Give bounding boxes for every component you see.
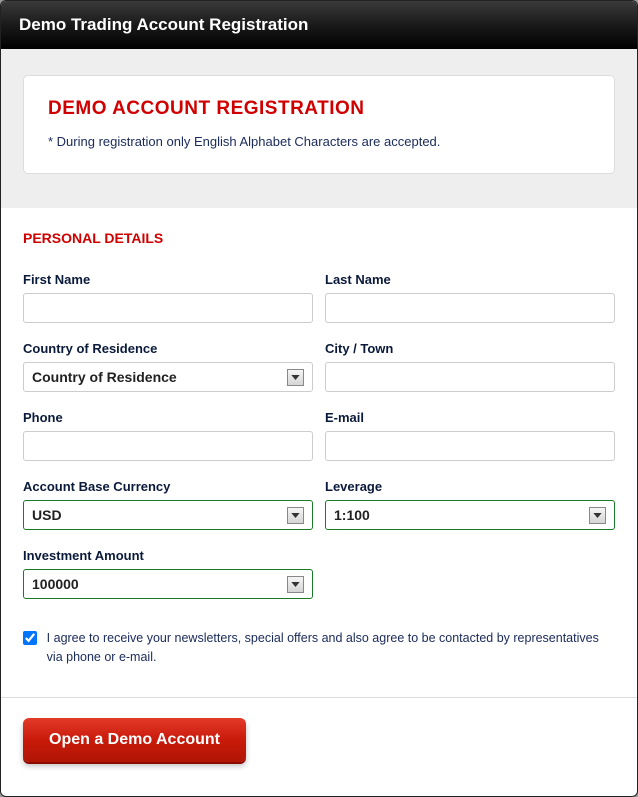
info-section: DEMO ACCOUNT REGISTRATION * During regis… <box>1 49 637 208</box>
form-section: PERSONAL DETAILS First Name Last Name Co… <box>1 208 637 697</box>
consent-row: I agree to receive your newsletters, spe… <box>23 629 615 667</box>
consent-text: I agree to receive your newsletters, spe… <box>47 629 615 667</box>
registration-modal: Demo Trading Account Registration DEMO A… <box>0 0 638 797</box>
info-heading: DEMO ACCOUNT REGISTRATION <box>48 98 590 120</box>
email-input[interactable] <box>325 431 615 461</box>
button-row: Open a Demo Account <box>1 698 637 782</box>
currency-selected: USD <box>32 507 62 523</box>
currency-select[interactable]: USD <box>23 500 313 530</box>
city-label: City / Town <box>325 341 615 356</box>
info-note: * During registration only English Alpha… <box>48 134 590 149</box>
phone-input[interactable] <box>23 431 313 461</box>
first-name-label: First Name <box>23 272 313 287</box>
first-name-input[interactable] <box>23 293 313 323</box>
email-label: E-mail <box>325 410 615 425</box>
investment-select[interactable]: 100000 <box>23 569 313 599</box>
last-name-label: Last Name <box>325 272 615 287</box>
city-input[interactable] <box>325 362 615 392</box>
leverage-select[interactable]: 1:100 <box>325 500 615 530</box>
leverage-label: Leverage <box>325 479 615 494</box>
modal-title: Demo Trading Account Registration <box>1 1 637 49</box>
section-title: PERSONAL DETAILS <box>23 230 615 246</box>
last-name-input[interactable] <box>325 293 615 323</box>
country-select[interactable]: Country of Residence <box>23 362 313 392</box>
info-box: DEMO ACCOUNT REGISTRATION * During regis… <box>23 75 615 174</box>
investment-label: Investment Amount <box>23 548 313 563</box>
country-selected: Country of Residence <box>32 369 177 385</box>
chevron-down-icon <box>287 369 304 386</box>
chevron-down-icon <box>287 507 304 524</box>
currency-label: Account Base Currency <box>23 479 313 494</box>
phone-label: Phone <box>23 410 313 425</box>
chevron-down-icon <box>287 576 304 593</box>
leverage-selected: 1:100 <box>334 507 370 523</box>
country-label: Country of Residence <box>23 341 313 356</box>
consent-checkbox[interactable] <box>23 630 37 646</box>
open-demo-account-button[interactable]: Open a Demo Account <box>23 718 246 762</box>
investment-selected: 100000 <box>32 576 79 592</box>
chevron-down-icon <box>589 507 606 524</box>
